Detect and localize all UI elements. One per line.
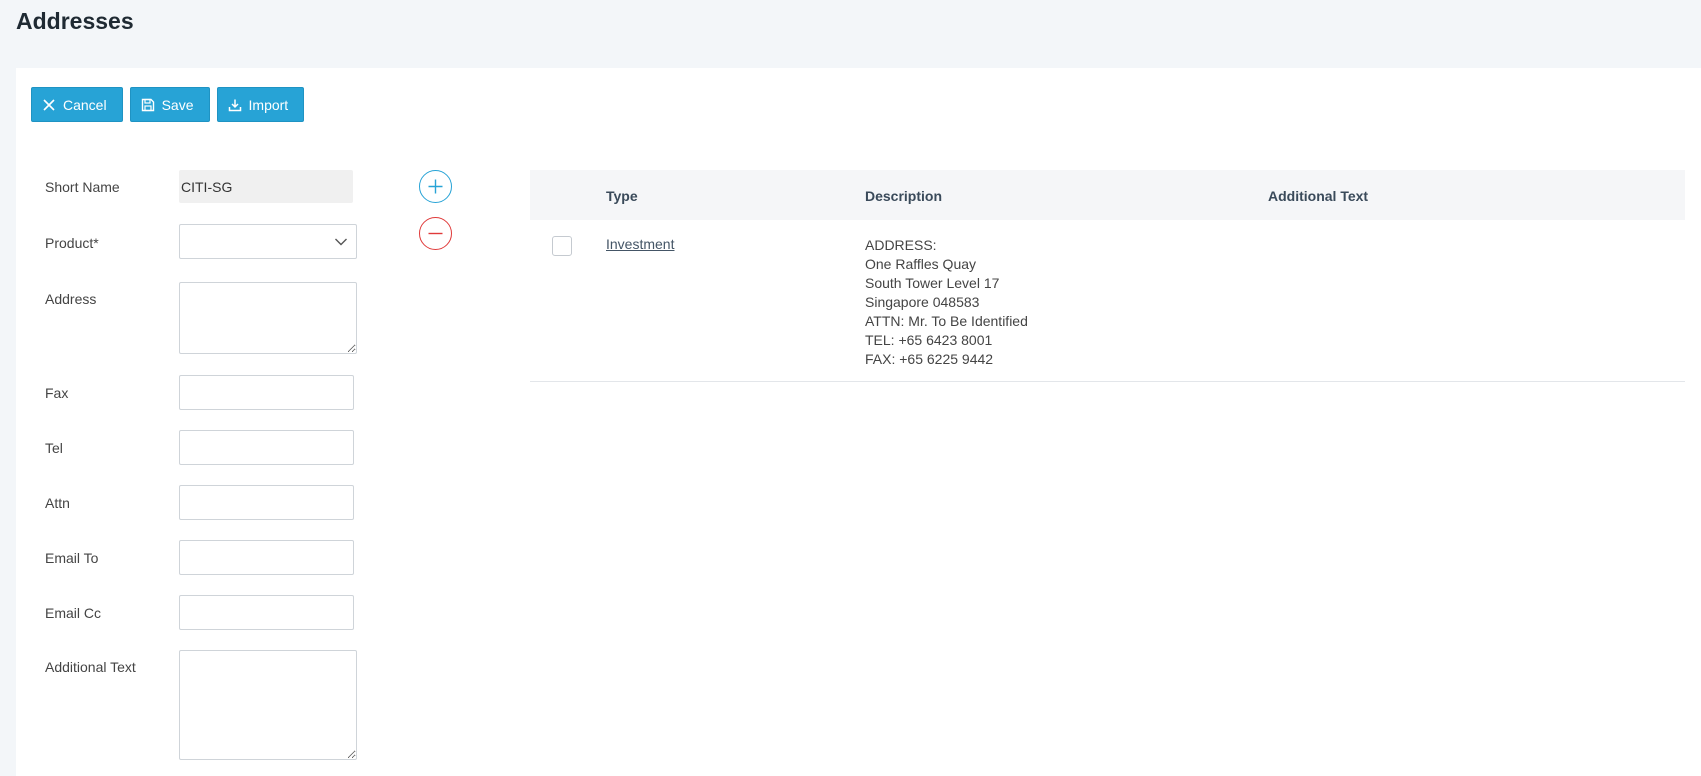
description-line: ATTN: Mr. To Be Identified <box>865 313 1028 329</box>
address-editor-card: Cancel Save Import Short Name Product* A… <box>16 68 1701 776</box>
product-select[interactable] <box>179 224 357 259</box>
grid-header: Type Description Additional Text <box>530 170 1685 220</box>
column-header-description[interactable]: Description <box>865 188 942 204</box>
address-textarea[interactable] <box>179 282 357 354</box>
column-header-type[interactable]: Type <box>606 188 638 204</box>
email-cc-label: Email Cc <box>45 605 102 621</box>
tel-label: Tel <box>45 440 63 456</box>
row-description: ADDRESS: One Raffles Quay South Tower Le… <box>865 236 1028 369</box>
toolbar: Cancel Save Import <box>31 87 305 122</box>
cancel-button-label: Cancel <box>63 96 107 113</box>
short-name-field[interactable]: CITI-SG <box>179 170 353 203</box>
additional-text-label: Additional Text <box>45 659 136 675</box>
add-row-button[interactable] <box>419 170 452 203</box>
additional-text-textarea[interactable] <box>179 650 357 760</box>
address-label: Address <box>45 291 97 307</box>
remove-row-button[interactable] <box>419 217 452 250</box>
page-title: Addresses <box>16 8 134 34</box>
description-line: Singapore 048583 <box>865 294 980 310</box>
row-type-link[interactable]: Investment <box>606 236 674 252</box>
import-button-label: Import <box>248 96 289 113</box>
row-checkbox[interactable] <box>552 236 572 256</box>
description-line: FAX: +65 6225 9442 <box>865 351 994 367</box>
addresses-grid: Type Description Additional Text Investm… <box>530 170 1685 382</box>
email-cc-input[interactable] <box>179 595 354 630</box>
minus-icon <box>428 232 443 235</box>
save-button-label: Save <box>161 96 194 113</box>
email-to-label: Email To <box>45 550 99 566</box>
chevron-down-icon <box>335 238 347 245</box>
description-line: South Tower Level 17 <box>865 275 1000 291</box>
fax-label: Fax <box>45 385 69 401</box>
short-name-label: Short Name <box>45 179 120 195</box>
attn-label: Attn <box>45 495 70 511</box>
short-name-value: CITI-SG <box>181 178 233 195</box>
column-header-additional-text[interactable]: Additional Text <box>1268 188 1368 204</box>
attn-input[interactable] <box>179 485 354 520</box>
fax-input[interactable] <box>179 375 354 410</box>
description-line: TEL: +65 6423 8001 <box>865 332 993 348</box>
download-icon <box>228 99 241 111</box>
description-line: ADDRESS: <box>865 237 937 253</box>
table-row[interactable]: Investment ADDRESS: One Raffles Quay Sou… <box>530 220 1685 382</box>
close-icon <box>43 98 55 111</box>
tel-input[interactable] <box>179 430 354 465</box>
save-icon <box>141 98 154 111</box>
cancel-button[interactable]: Cancel <box>31 87 123 122</box>
email-to-input[interactable] <box>179 540 354 575</box>
product-label: Product* <box>45 235 99 251</box>
import-button[interactable]: Import <box>216 87 305 122</box>
description-line: One Raffles Quay <box>865 256 977 272</box>
save-button[interactable]: Save <box>129 87 210 122</box>
plus-icon <box>428 179 443 194</box>
